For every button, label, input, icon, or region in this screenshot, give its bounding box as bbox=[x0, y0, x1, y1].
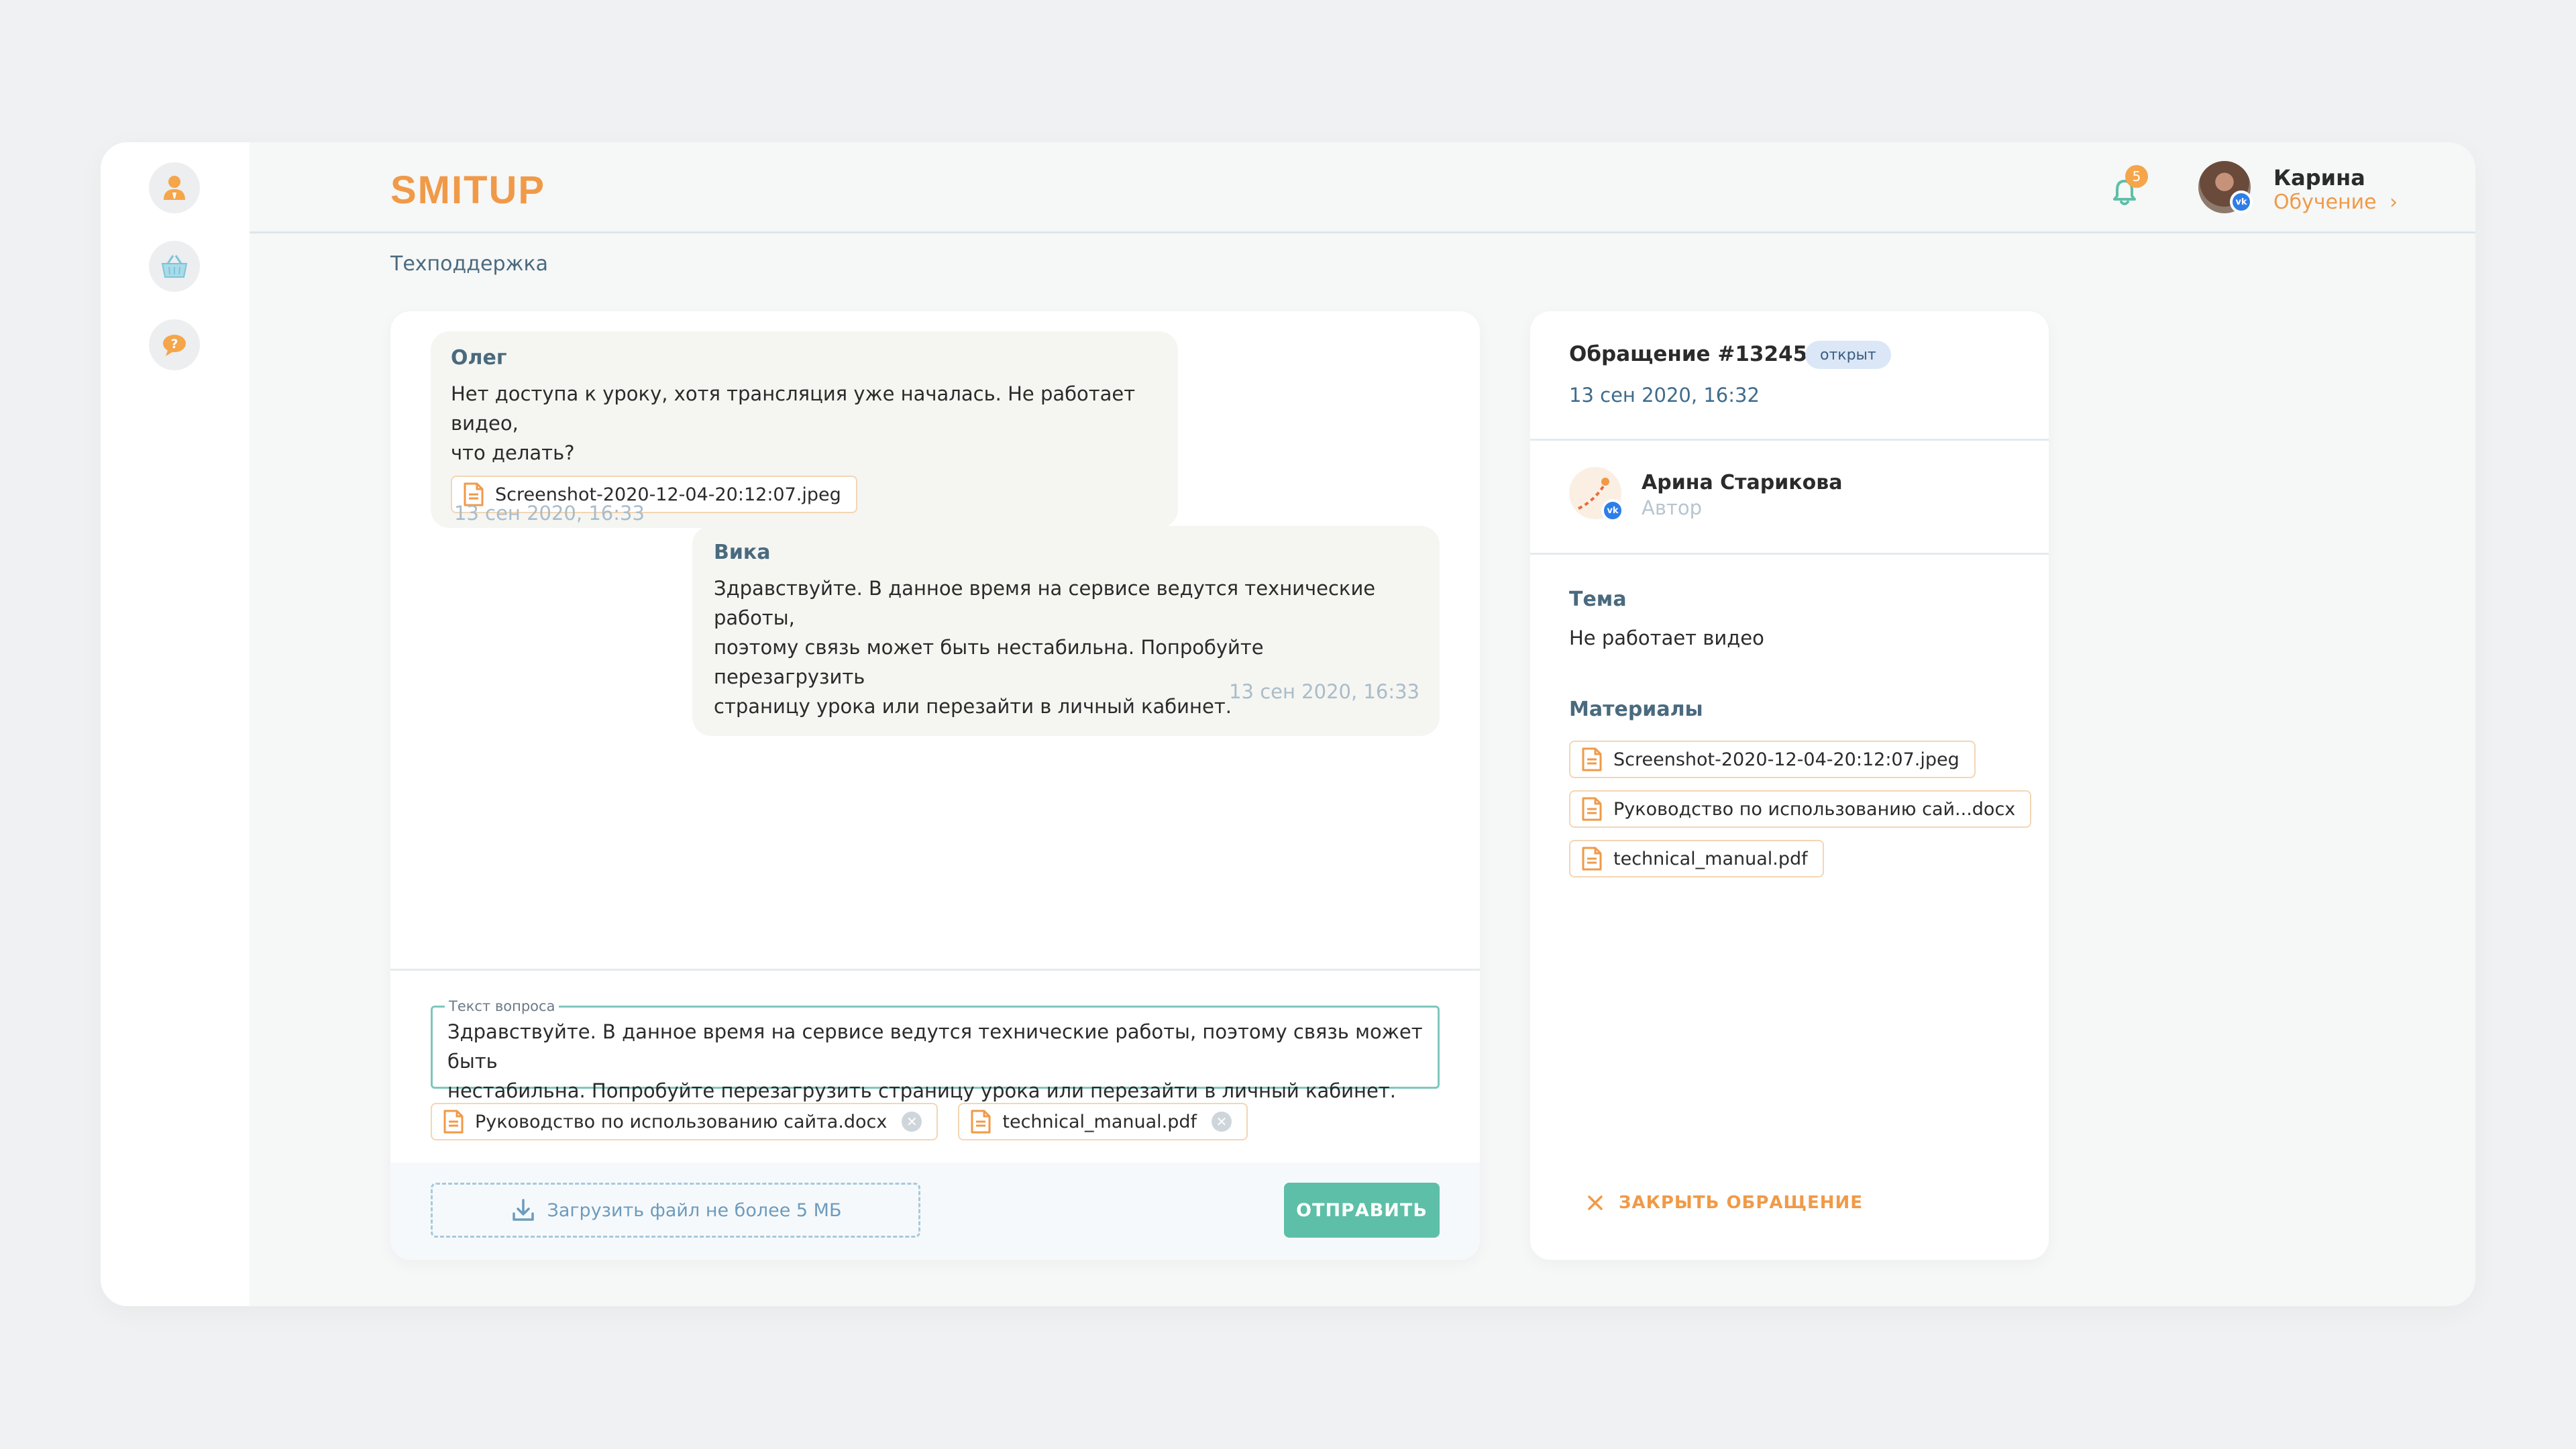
sidebar-item-support[interactable]: ? bbox=[149, 319, 200, 370]
message-time: 13 сен 2020, 16:33 bbox=[454, 502, 645, 525]
message-time: 13 сен 2020, 16:33 bbox=[1229, 680, 1419, 703]
author-name: Арина Старикова bbox=[1642, 471, 1843, 494]
material-file-chip[interactable]: technical_manual.pdf bbox=[1569, 840, 1824, 877]
logo-up: UP bbox=[488, 168, 546, 212]
logo[interactable]: SMITUP bbox=[390, 168, 545, 221]
attachment-chip[interactable]: technical_manual.pdf ✕ bbox=[958, 1103, 1248, 1140]
message-author: Вика bbox=[714, 541, 771, 564]
material-file-chip[interactable]: Руководство по использованию сай...docx bbox=[1569, 790, 2032, 828]
basket-icon bbox=[161, 255, 188, 278]
composer-actions: Загрузить файл не более 5 МБ ОТПРАВИТЬ bbox=[390, 1163, 1480, 1260]
sidebar: ? bbox=[101, 142, 250, 1306]
ticket-title: Обращение #1324565 bbox=[1569, 342, 1837, 366]
question-text-field[interactable]: Текст вопроса Здравствуйте. В данное вре… bbox=[431, 998, 1440, 1102]
close-ticket-button[interactable]: ЗАКРЫТЬ ОБРАЩЕНИЕ bbox=[1587, 1193, 1863, 1213]
send-button[interactable]: ОТПРАВИТЬ bbox=[1284, 1183, 1440, 1238]
upload-file-button[interactable]: Загрузить файл не более 5 МБ bbox=[431, 1183, 920, 1238]
document-icon bbox=[1582, 747, 1602, 771]
topic-value: Не работает видео bbox=[1569, 627, 1764, 649]
message-bubble: Олег Нет доступа к уроку, хотя трансляци… bbox=[431, 331, 1178, 528]
materials-list: Screenshot-2020-12-04-20:12:07.jpeg Руко… bbox=[1569, 741, 2032, 877]
sidebar-item-profile[interactable] bbox=[149, 162, 200, 213]
attachment-chip[interactable]: Руководство по использованию сайта.docx … bbox=[431, 1103, 938, 1140]
materials-label: Материалы bbox=[1569, 698, 1703, 721]
page-title: Техподдержка bbox=[390, 252, 549, 276]
message-author: Олег bbox=[451, 346, 507, 370]
download-icon bbox=[512, 1199, 534, 1221]
topic-label: Тема bbox=[1569, 588, 1627, 611]
person-icon bbox=[164, 176, 185, 200]
notification-badge: 5 bbox=[2125, 165, 2148, 188]
author-role: Автор bbox=[1642, 496, 1702, 519]
remove-attachment-icon[interactable]: ✕ bbox=[1212, 1112, 1232, 1132]
document-icon bbox=[443, 1110, 464, 1134]
svg-text:?: ? bbox=[170, 337, 178, 352]
user-name[interactable]: Карина bbox=[2273, 165, 2365, 191]
ticket-panel: Обращение #1324565 открыт 13 сен 2020, 1… bbox=[1530, 311, 2049, 1260]
ticket-date: 13 сен 2020, 16:32 bbox=[1569, 384, 1760, 407]
document-icon bbox=[971, 1110, 991, 1134]
sidebar-item-shop[interactable] bbox=[149, 241, 200, 292]
material-file-chip[interactable]: Screenshot-2020-12-04-20:12:07.jpeg bbox=[1569, 741, 1976, 778]
vk-icon: vk bbox=[2230, 191, 2253, 213]
app-window: ? SMITUP 5 vk Карина Обучение › Техподде… bbox=[101, 142, 2475, 1306]
message-text: Нет доступа к уроку, хотя трансляция уже… bbox=[451, 382, 1136, 464]
chat-panel: Олег Нет доступа к уроку, хотя трансляци… bbox=[390, 311, 1480, 1260]
remove-attachment-icon[interactable]: ✕ bbox=[902, 1112, 922, 1132]
document-icon bbox=[1582, 797, 1602, 821]
document-icon bbox=[1582, 847, 1602, 871]
close-icon bbox=[1588, 1195, 1603, 1210]
vk-icon: vk bbox=[1601, 499, 1624, 522]
composer-divider bbox=[390, 969, 1480, 971]
message-bubble: Вика Здравствуйте. В данное время на сер… bbox=[692, 526, 1440, 736]
status-badge: открыт bbox=[1805, 341, 1891, 369]
user-role-link[interactable]: Обучение › bbox=[2273, 191, 2398, 214]
field-label: Текст вопроса bbox=[445, 998, 559, 1014]
chevron-right-icon: › bbox=[2390, 191, 2398, 214]
divider bbox=[1530, 553, 2049, 555]
composer-attachments: Руководство по использованию сайта.docx … bbox=[431, 1103, 1248, 1140]
question-icon: ? bbox=[163, 335, 186, 356]
divider bbox=[1530, 439, 2049, 441]
top-header: SMITUP 5 vk Карина Обучение › bbox=[250, 142, 2475, 233]
